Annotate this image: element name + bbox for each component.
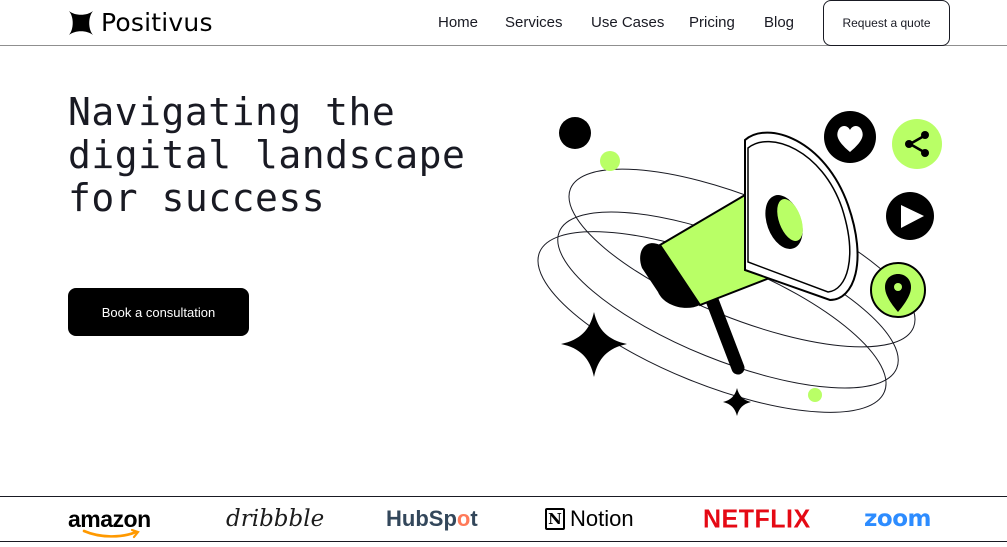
share-icon	[892, 119, 942, 169]
heart-icon	[824, 111, 876, 163]
dribbble-logo: dribbble	[226, 503, 324, 535]
green-dot	[808, 388, 822, 402]
notion-logo: N Notion	[545, 503, 634, 535]
hubspot-wordmark-part: HubSp	[386, 506, 457, 531]
amazon-logo: amazon	[68, 503, 151, 539]
nav-link-pricing[interactable]: Pricing	[689, 14, 735, 31]
nav-link-use-cases[interactable]: Use Cases	[591, 14, 664, 31]
hubspot-sprocket: o	[456, 506, 471, 531]
netflix-logo: NETFLIX	[703, 502, 811, 536]
green-dot	[600, 151, 620, 171]
notion-wordmark: Notion	[570, 506, 634, 531]
hero-title-line: for success	[68, 176, 326, 220]
sparkle-icon	[561, 312, 627, 377]
nav-link-services[interactable]: Services	[505, 14, 563, 31]
location-pin-icon	[870, 262, 926, 318]
hubspot-logo: HubSp o t	[386, 503, 478, 535]
request-quote-button[interactable]: Request a quote	[823, 0, 950, 46]
amazon-smile-icon	[82, 529, 140, 539]
site-header: Positivus Home Services Use Cases Pricin…	[0, 0, 1007, 46]
nav-link-blog[interactable]: Blog	[764, 14, 794, 31]
hero-title-line: Navigating the	[68, 90, 396, 134]
brand-name: Positivus	[101, 8, 213, 37]
hero-title-line: digital landscape	[68, 133, 466, 177]
megaphone-illustration	[537, 111, 942, 416]
black-dot	[559, 117, 591, 149]
zoom-wordmark: zoom	[864, 506, 931, 532]
play-icon	[886, 192, 934, 240]
brand-logo[interactable]: Positivus	[68, 8, 213, 37]
hubspot-wordmark-part: t	[470, 506, 478, 531]
netflix-wordmark: NETFLIX	[703, 503, 811, 534]
zoom-logo: zoom	[864, 503, 931, 535]
sparkle-icon	[723, 388, 751, 416]
notion-mark-icon: N	[545, 508, 565, 530]
book-consultation-button[interactable]: Book a consultation	[68, 288, 249, 336]
megaphone-icon	[640, 131, 859, 375]
hero-title: Navigating the digital landscape for suc…	[68, 91, 508, 220]
client-logo-strip: amazon dribbble HubSp o t N Notion NETFLIX…	[0, 496, 1007, 542]
nav-link-home[interactable]: Home	[438, 14, 478, 31]
dribbble-wordmark: dribbble	[226, 506, 325, 532]
four-point-star-icon	[69, 10, 93, 35]
